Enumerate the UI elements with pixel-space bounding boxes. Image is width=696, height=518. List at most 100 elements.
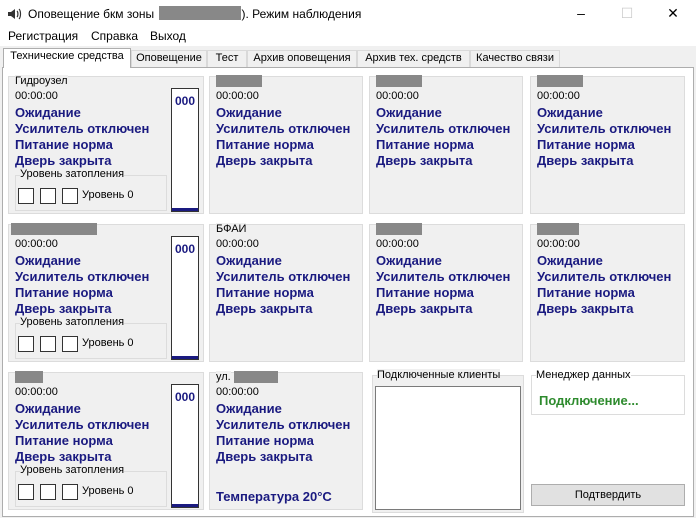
redacted-panel-title [234,371,278,383]
panel-time: 00:00:00 [216,386,259,398]
tab-tech-archive[interactable]: Архив тех. средств [357,50,470,67]
status-amplifier: Усилитель отключен [537,269,672,284]
flood-level-label: Уровень затопления [20,464,125,476]
status-amplifier: Усилитель отключен [216,121,351,136]
tab-alerting[interactable]: Оповещение [131,50,207,67]
status-door: Дверь закрыта [376,301,473,316]
connected-clients-list[interactable] [375,386,521,510]
panel-title: Гидроузел [15,75,68,87]
level-gauge: 000 [171,236,199,360]
status-amplifier: Усилитель отключен [15,121,150,136]
panel-time: 00:00:00 [537,238,580,250]
status-power: Питание норма [15,137,113,152]
connected-clients-label: Подключенные клиенты [377,369,501,381]
tab-link-quality[interactable]: Качество связи [470,50,560,67]
flood-indicator-3 [62,336,78,352]
panel-title: ул. [216,371,231,383]
gauge-value: 000 [174,94,196,108]
status-wait: Ожидание [376,253,442,268]
status-amplifier: Усилитель отключен [15,269,150,284]
status-wait: Ожидание [537,105,603,120]
status-wait: Ожидание [216,253,282,268]
status-power: Питание норма [216,285,314,300]
gauge-fill [172,356,198,359]
connected-clients-group: Подключенные клиенты [372,369,524,513]
status-power: Питание норма [216,433,314,448]
status-door: Дверь закрыта [376,153,473,168]
panel-title: БФАИ [216,223,247,235]
panel-time: 00:00:00 [376,90,419,102]
flood-indicator-1 [18,188,34,204]
level-gauge: 000 [171,384,199,508]
device-panel-5: 00:00:00 Ожидание Усилитель отключен Пит… [8,223,204,362]
device-panel-2: 00:00:00 Ожидание Усилитель отключен Пит… [209,75,363,214]
status-amplifier: Усилитель отключен [376,269,511,284]
data-manager-label: Менеджер данных [536,369,631,381]
flood-level-group: Уровень затопления Уровень 0 [15,316,167,359]
device-panel-4: 00:00:00 Ожидание Усилитель отключен Пит… [530,75,685,214]
flood-indicator-2 [40,188,56,204]
menu-bar: Регистрация Справка Выход [0,28,696,46]
status-amplifier: Усилитель отключен [537,121,672,136]
status-power: Питание норма [376,137,474,152]
window-title-prefix: Оповещение бкм зоны [28,7,155,21]
gauge-fill [172,504,198,507]
data-manager-status: Подключение... [539,393,639,408]
confirm-button[interactable]: Подтвердить [531,484,685,506]
redacted-panel-title [376,223,422,235]
flood-indicator-1 [18,484,34,500]
menu-exit[interactable]: Выход [150,29,186,43]
panel-time: 00:00:00 [216,238,259,250]
flood-indicator-3 [62,484,78,500]
gauge-value: 000 [174,242,196,256]
minimize-button[interactable]: – [558,0,604,28]
redacted-panel-title [537,223,579,235]
device-panel-8: 00:00:00 Ожидание Усилитель отключен Пит… [530,223,685,362]
device-panel-hydronode: Гидроузел 00:00:00 Ожидание Усилитель от… [8,75,204,214]
status-amplifier: Усилитель отключен [216,269,351,284]
flood-level-value: Уровень 0 [82,337,134,349]
panel-time: 00:00:00 [376,238,419,250]
status-door: Дверь закрыта [15,449,112,464]
status-amplifier: Усилитель отключен [216,417,351,432]
status-power: Питание норма [537,137,635,152]
redacted-panel-title [11,223,97,235]
window-title-suffix: ). Режим наблюдения [241,7,362,21]
redacted-panel-title [216,75,262,87]
device-panel-street: ул. 00:00:00 Ожидание Усилитель отключен… [209,371,363,510]
redacted-panel-title [376,75,422,87]
window-title: Оповещение бкм зоны ). Режим наблюдения [28,6,361,21]
close-button[interactable]: ✕ [650,0,696,28]
flood-level-group: Уровень затопления Уровень 0 [15,168,167,211]
gauge-fill [172,208,198,211]
redacted-panel-title [537,75,583,87]
flood-level-label: Уровень затопления [20,316,125,328]
redacted-panel-title [15,371,43,383]
panel-time: 00:00:00 [216,90,259,102]
menu-help[interactable]: Справка [91,29,138,43]
title-bar: Оповещение бкм зоны ). Режим наблюдения … [0,0,696,28]
status-wait: Ожидание [15,253,81,268]
status-wait: Ожидание [537,253,603,268]
status-door: Дверь закрыта [537,153,634,168]
panel-time: 00:00:00 [537,90,580,102]
device-panel-bfai: БФАИ 00:00:00 Ожидание Усилитель отключе… [209,223,363,362]
flood-indicator-3 [62,188,78,204]
status-power: Питание норма [376,285,474,300]
status-wait: Ожидание [376,105,442,120]
flood-level-label: Уровень затопления [20,168,125,180]
status-door: Дверь закрыта [15,153,112,168]
tab-alert-archive[interactable]: Архив оповещения [247,50,357,67]
tab-test[interactable]: Тест [207,50,247,67]
tab-tech-means[interactable]: Технические средства [3,48,131,68]
status-door: Дверь закрыта [216,449,313,464]
status-wait: Ожидание [216,401,282,416]
menu-registration[interactable]: Регистрация [8,29,78,43]
temperature-readout: Температура 20°C [216,489,332,504]
tab-strip: Технические средства Оповещение Тест Арх… [0,48,696,68]
status-door: Дверь закрыта [537,301,634,316]
status-door: Дверь закрыта [216,301,313,316]
maximize-button[interactable]: ☐ [604,0,650,28]
status-amplifier: Усилитель отключен [376,121,511,136]
data-manager-group: Менеджер данных Подключение... [531,369,685,415]
